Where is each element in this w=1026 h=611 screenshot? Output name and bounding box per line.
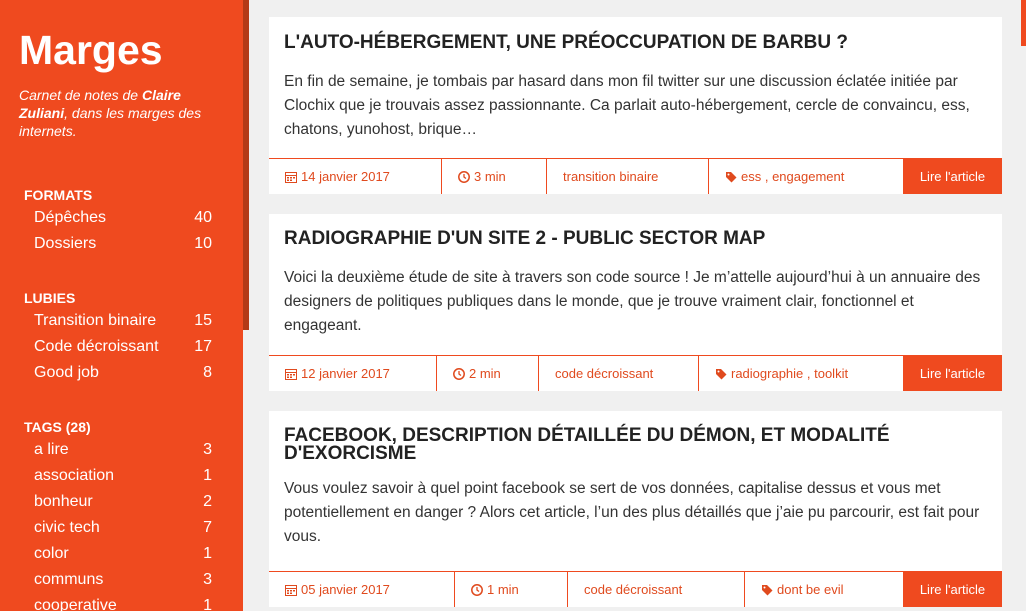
item-count: 3 — [203, 441, 212, 458]
article-tags[interactable]: ess , engagement — [709, 159, 903, 194]
article-date: 14 janvier 2017 — [269, 159, 442, 194]
calendar-icon — [285, 369, 297, 380]
calendar-icon — [285, 172, 297, 183]
article-card: RADIOGRAPHIE D'UN SITE 2 - PUBLIC SECTOR… — [269, 214, 1002, 391]
article-tags[interactable]: dont be evil — [745, 572, 903, 607]
tag-icon — [716, 369, 727, 380]
read-article-button[interactable]: Lire l'article — [903, 356, 1002, 391]
site-tagline: Carnet de notes de Claire Zuliani, dans … — [19, 87, 202, 139]
item-count: 40 — [194, 209, 212, 226]
read-article-button[interactable]: Lire l'article — [903, 159, 1002, 194]
page-scrollbar-thumb[interactable] — [1021, 0, 1026, 46]
sidebar-item-transition-binaire[interactable]: Transition binaire 15 — [34, 308, 212, 334]
sidebar-item-tag[interactable]: association 1 — [34, 463, 212, 489]
clock-icon — [458, 171, 470, 183]
article-meta: 12 janvier 2017 2 min code décroissant r… — [269, 355, 1002, 391]
tags-list: a lire 3 association 1 bonheur 2 civic tech… — [34, 437, 212, 611]
item-count: 8 — [203, 364, 212, 381]
item-count: 1 — [203, 597, 212, 611]
item-count: 1 — [203, 467, 212, 484]
article-title[interactable]: RADIOGRAPHIE D'UN SITE 2 - PUBLIC SECTOR… — [269, 214, 1002, 248]
sidebar-item-tag[interactable]: a lire 3 — [34, 437, 212, 463]
article-excerpt: En fin de semaine, je tombais par hasard… — [284, 73, 970, 138]
article-title[interactable]: L'AUTO-HÉBERGEMENT, UNE PRÉOCCUPATION DE… — [269, 17, 1002, 52]
read-article-button[interactable]: Lire l'article — [903, 572, 1002, 607]
sidebar: Marges Carnet de notes de Claire Zuliani… — [0, 0, 243, 611]
item-count: 17 — [194, 338, 212, 355]
article-excerpt: Voici la deuxième étude de site à traver… — [284, 269, 981, 334]
article-excerpt: Vous voulez savoir à quel point facebook… — [284, 480, 980, 545]
article-meta: 05 janvier 2017 1 min code décroissant d… — [269, 571, 1002, 607]
article-reading-time: 1 min — [455, 572, 568, 607]
sidebar-scrollbar-track — [243, 330, 249, 611]
sidebar-item-code-decroissant[interactable]: Code décroissant 17 — [34, 334, 212, 360]
lubies-title: LUBIES — [24, 290, 76, 306]
article-date: 05 janvier 2017 — [269, 572, 455, 607]
article-reading-time: 2 min — [437, 356, 539, 391]
sidebar-item-tag[interactable]: civic tech 7 — [34, 515, 212, 541]
article-meta: 14 janvier 2017 3 min transition binaire… — [269, 158, 1002, 194]
article-tags[interactable]: radiographie , toolkit — [699, 356, 899, 391]
article-card: L'AUTO-HÉBERGEMENT, UNE PRÉOCCUPATION DE… — [269, 17, 1002, 194]
item-count: 2 — [203, 493, 212, 510]
article-lubie-link[interactable]: code décroissant — [568, 572, 745, 607]
formats-list: Dépêches 40 Dossiers 10 — [34, 205, 212, 257]
calendar-icon — [285, 585, 297, 596]
article-date: 12 janvier 2017 — [269, 356, 437, 391]
item-count: 15 — [194, 312, 212, 329]
sidebar-item-dossiers[interactable]: Dossiers 10 — [34, 231, 212, 257]
article-card: FACEBOOK, DESCRIPTION DÉTAILLÉE DU DÉMON… — [269, 411, 1002, 607]
sidebar-scrollbar-thumb[interactable] — [243, 0, 249, 330]
sidebar-item-tag[interactable]: cooperative 1 — [34, 593, 212, 611]
site-logo[interactable]: Marges — [19, 27, 163, 73]
sidebar-item-tag[interactable]: communs 3 — [34, 567, 212, 593]
item-count: 1 — [203, 545, 212, 562]
tag-icon — [762, 585, 773, 596]
article-lubie-link[interactable]: transition binaire — [547, 159, 709, 194]
lubies-list: Transition binaire 15 Code décroissant 17 … — [34, 308, 212, 386]
clock-icon — [453, 368, 465, 380]
formats-title: FORMATS — [24, 187, 93, 203]
sidebar-item-tag[interactable]: color 1 — [34, 541, 212, 567]
article-lubie-link[interactable]: code décroissant — [539, 356, 699, 391]
tag-icon — [726, 172, 737, 183]
article-reading-time: 3 min — [442, 159, 547, 194]
item-count: 10 — [194, 235, 212, 252]
tags-title: TAGS (28) — [24, 419, 91, 435]
article-title[interactable]: FACEBOOK, DESCRIPTION DÉTAILLÉE DU DÉMON… — [269, 411, 1002, 463]
sidebar-item-tag[interactable]: bonheur 2 — [34, 489, 212, 515]
item-count: 7 — [203, 519, 212, 536]
sidebar-item-good-job[interactable]: Good job 8 — [34, 360, 212, 386]
item-count: 3 — [203, 571, 212, 588]
clock-icon — [471, 584, 483, 596]
sidebar-item-depeches[interactable]: Dépêches 40 — [34, 205, 212, 231]
